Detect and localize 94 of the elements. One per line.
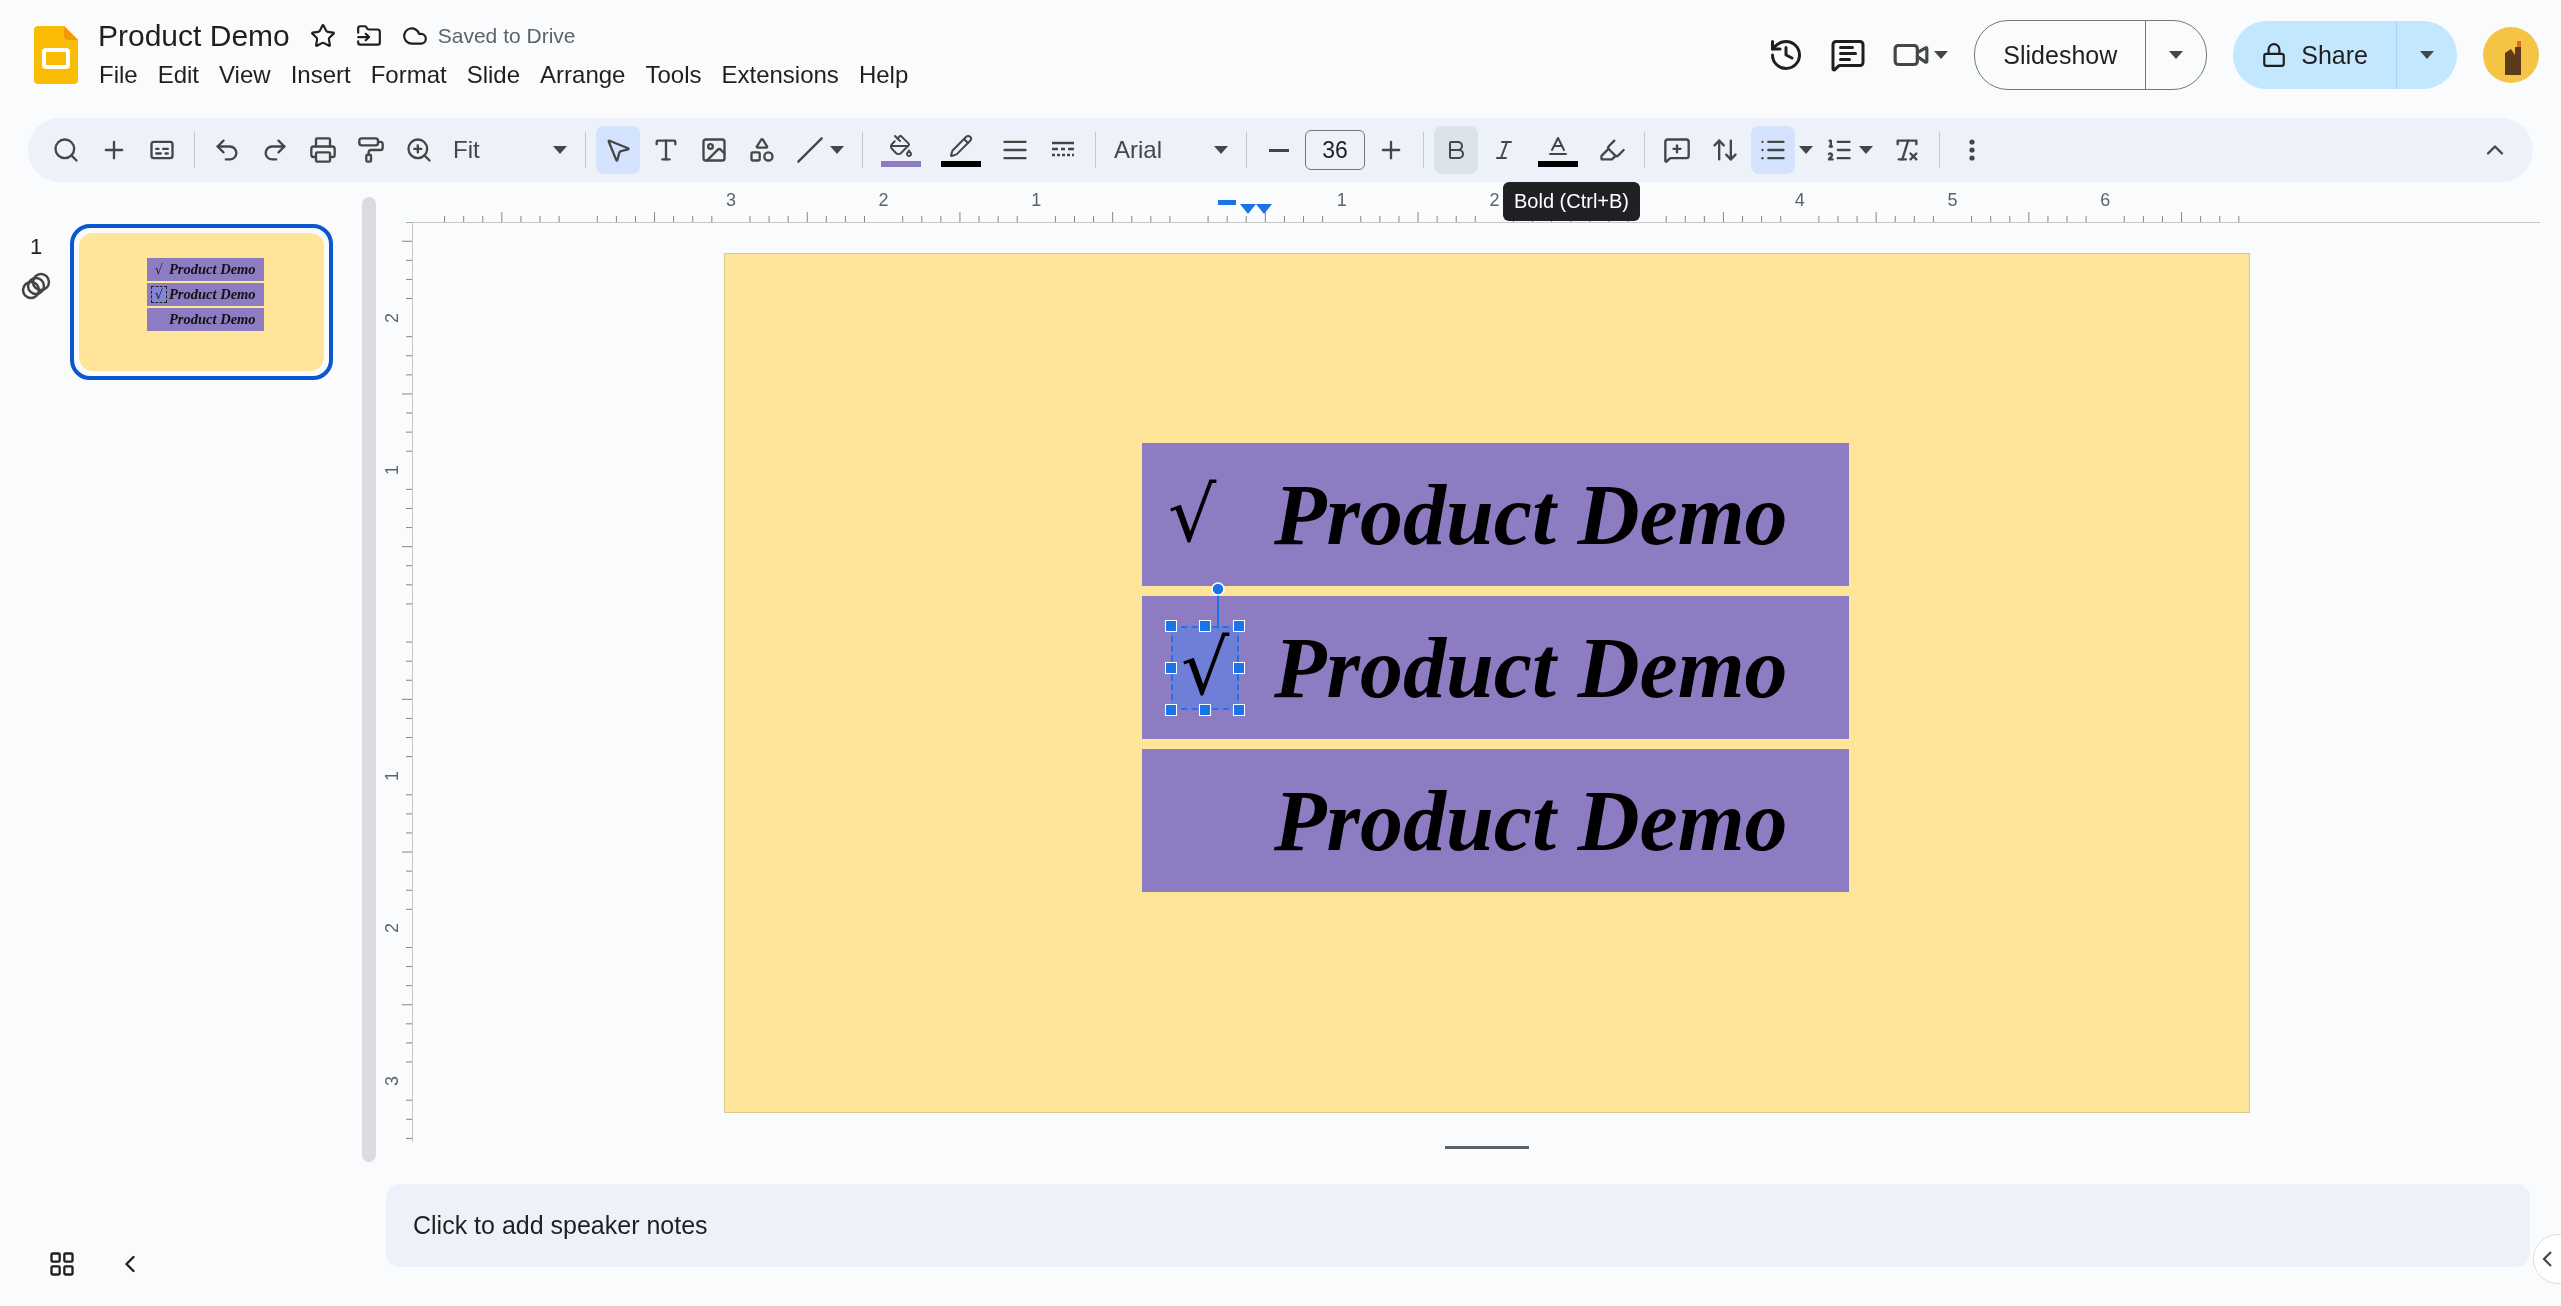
- bullet: √: [151, 286, 167, 303]
- caret-icon: [2420, 51, 2434, 59]
- menu-item[interactable]: View: [210, 59, 280, 91]
- thumbnail-text: Product Demo: [169, 311, 256, 328]
- text-box[interactable]: Product Demo: [1142, 749, 1849, 892]
- ruler-number: 2: [381, 923, 403, 934]
- caret-icon: [1934, 51, 1949, 59]
- ruler-number: 6: [2100, 190, 2111, 211]
- chevron-left-icon: [2542, 1251, 2552, 1267]
- menu-item[interactable]: Slide: [457, 59, 530, 91]
- resize-handle[interactable]: [1233, 661, 1246, 674]
- ruler-number: 2: [1489, 190, 1500, 211]
- resize-handle[interactable]: [1444, 1146, 1529, 1149]
- ruler-number: 3: [725, 190, 736, 211]
- shapes-icon: [748, 136, 776, 164]
- caret-icon: [2169, 51, 2184, 59]
- bulleted-list-button[interactable]: [1751, 126, 1795, 174]
- text-box[interactable]: √ Product Demo: [1142, 443, 1849, 586]
- color-swatch: [941, 160, 981, 167]
- text-box[interactable]: √ Product Demo: [1142, 596, 1849, 739]
- menu-item[interactable]: Arrange: [531, 59, 635, 91]
- resize-handle[interactable]: [1199, 619, 1212, 632]
- printer-icon: [309, 136, 337, 164]
- comment-plus-icon: [1663, 136, 1691, 164]
- ruler-number: 1: [1336, 190, 1347, 211]
- image-icon: [700, 136, 728, 164]
- avatar-icon[interactable]: [2483, 27, 2539, 83]
- search-icon: [52, 136, 80, 164]
- rotation-handle[interactable]: [1211, 582, 1225, 628]
- bold-button[interactable]: [1434, 126, 1478, 174]
- minus-icon: [1269, 148, 1289, 152]
- linked-rings-icon: [21, 272, 51, 300]
- ruler-number: 1: [381, 770, 403, 781]
- line-icon: [796, 136, 824, 164]
- ruler-number: 1: [1031, 190, 1042, 211]
- caret-icon: [830, 146, 844, 154]
- star-icon: [309, 23, 336, 49]
- resize-handle[interactable]: [1165, 619, 1177, 632]
- resize-handle[interactable]: [1199, 703, 1212, 716]
- comment-icon: [1830, 37, 1867, 73]
- zoom-icon: [405, 136, 433, 164]
- caret-icon: [1799, 146, 1813, 154]
- color-swatch: [1538, 160, 1578, 167]
- lock-icon: [2261, 42, 2288, 68]
- caret-icon: [553, 146, 567, 154]
- folder-icon: [355, 23, 382, 49]
- ruler-number: 5: [1947, 190, 1958, 211]
- box-text: Product Demo: [1274, 771, 1788, 871]
- ruler-number: 2: [878, 190, 889, 211]
- resize-handle[interactable]: [1165, 661, 1177, 674]
- indent-marker-icon: [1218, 200, 1274, 216]
- ruler-number: 4: [1794, 190, 1805, 211]
- ruler-number: 1: [381, 465, 403, 476]
- bullet: √: [153, 261, 165, 278]
- slide-number: 1: [29, 234, 43, 260]
- resize-handle[interactable]: [1165, 703, 1177, 716]
- paint-bucket-icon: [889, 133, 913, 158]
- slide[interactable]: √ Product Demo √ Product Demo Product Demo: [724, 253, 2250, 1113]
- highlighter-icon: [1598, 136, 1626, 164]
- menu-item[interactable]: Help: [849, 59, 918, 91]
- menu-item[interactable]: Insert: [281, 59, 360, 91]
- menu-item[interactable]: Tools: [636, 59, 711, 91]
- ruler-number: 2: [381, 312, 403, 323]
- font-size-field[interactable]: 36: [1305, 130, 1365, 170]
- thumbnail-text: Product Demo: [169, 261, 256, 278]
- menu-item[interactable]: Edit: [148, 59, 209, 91]
- scrollbar[interactable]: [362, 197, 376, 1162]
- slide-thumbnail[interactable]: √ Product Demo √ Product Demo Product Demo: [70, 224, 333, 380]
- paint-roller-icon: [357, 136, 385, 164]
- select-tool-button[interactable]: [596, 126, 640, 174]
- tooltip: Bold (Ctrl+B): [1503, 182, 1641, 221]
- speaker-notes-field[interactable]: Click to add speaker notes: [386, 1184, 2530, 1267]
- more-icon: [1969, 139, 1975, 161]
- slides-logo: [34, 26, 78, 84]
- check-bullet[interactable]: √: [1181, 627, 1230, 708]
- font-dropdown[interactable]: Arial: [1106, 126, 1236, 174]
- caret-icon: [1859, 146, 1873, 154]
- ruler-number: 3: [381, 1076, 403, 1087]
- menu-item[interactable]: Extensions: [712, 59, 848, 91]
- resize-handle[interactable]: [1233, 703, 1246, 716]
- box-text: Product Demo: [1274, 465, 1788, 565]
- pencil-icon: [949, 133, 973, 158]
- color-swatch: [881, 160, 921, 167]
- check-bullet[interactable]: √: [1168, 474, 1217, 555]
- resize-handle[interactable]: [1233, 619, 1246, 632]
- grid-icon[interactable]: [48, 1250, 76, 1278]
- save-status: Saved to Drive: [437, 24, 576, 48]
- document-title[interactable]: Product Demo: [98, 19, 290, 53]
- menu-item[interactable]: Format: [361, 59, 456, 91]
- zoom-dropdown[interactable]: Fit: [445, 126, 575, 174]
- thumbnail-text: Product Demo: [169, 286, 256, 303]
- box-text: Product Demo: [1274, 618, 1788, 718]
- menu-item[interactable]: File: [90, 59, 147, 91]
- caret-icon: [1214, 146, 1228, 154]
